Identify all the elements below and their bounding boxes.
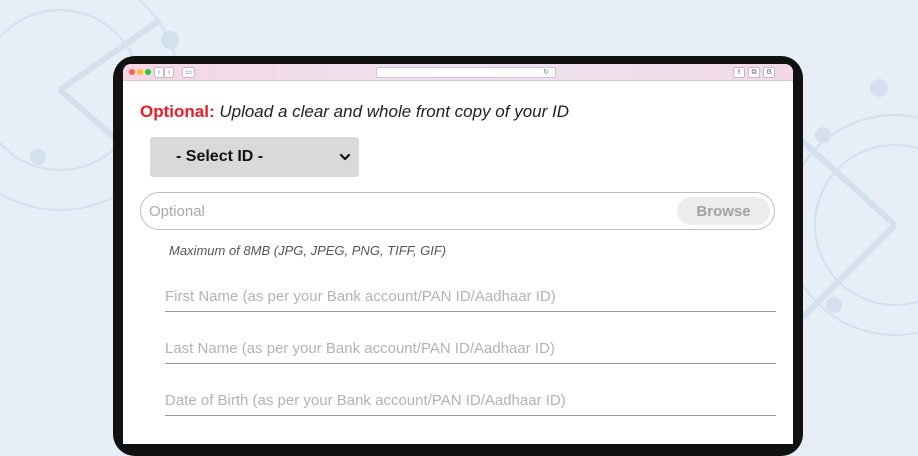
address-bar[interactable]: ↻: [376, 67, 556, 78]
chevron-down-icon: [339, 153, 351, 161]
date-of-birth-input[interactable]: [165, 390, 765, 410]
id-type-select[interactable]: - Select ID -: [150, 137, 359, 177]
browser-toolbar: ‹ › ▭ ↻ ⇪ ⧉ ⚙: [123, 64, 793, 81]
tabs-icon[interactable]: ⧉: [748, 67, 760, 78]
first-name-input[interactable]: [165, 286, 765, 306]
id-type-selected-value: - Select ID -: [176, 148, 264, 165]
gear-icon[interactable]: ⚙: [763, 67, 775, 78]
last-name-field: [165, 335, 776, 364]
minimize-window-dot[interactable]: [137, 69, 143, 75]
id-upload-form: Optional: Upload a clear and whole front…: [123, 81, 793, 444]
share-icon[interactable]: ⇪: [733, 67, 745, 78]
chevron-left-icon[interactable]: ‹: [154, 67, 164, 78]
maximize-window-dot[interactable]: [145, 69, 151, 75]
optional-label: Optional:: [140, 102, 215, 121]
first-name-field: [165, 283, 776, 312]
close-window-dot[interactable]: [129, 69, 135, 75]
sidebar-icon[interactable]: ▭: [182, 67, 195, 78]
chevron-right-icon[interactable]: ›: [164, 67, 174, 78]
file-upload-field: Browse: [140, 192, 775, 230]
form-heading: Optional: Upload a clear and whole front…: [140, 102, 569, 122]
file-path-input[interactable]: [149, 202, 649, 220]
reload-icon[interactable]: ↻: [543, 68, 549, 77]
date-of-birth-field: [165, 387, 776, 416]
last-name-input[interactable]: [165, 338, 765, 358]
browser-window: ‹ › ▭ ↻ ⇪ ⧉ ⚙ Optional: Upload a clear a…: [123, 64, 793, 444]
browse-button[interactable]: Browse: [677, 197, 770, 225]
heading-text: Upload a clear and whole front copy of y…: [219, 102, 569, 121]
file-size-hint: Maximum of 8MB (JPG, JPEG, PNG, TIFF, GI…: [169, 243, 447, 258]
